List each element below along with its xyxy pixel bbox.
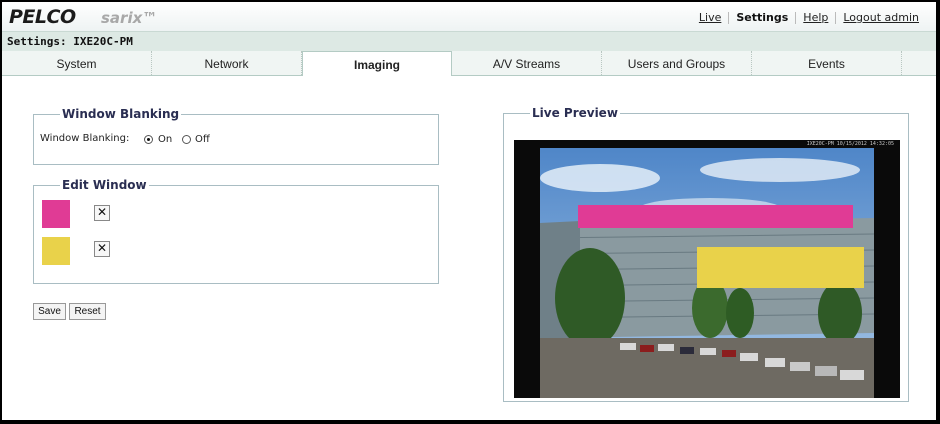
tab-av-streams[interactable]: A/V Streams <box>452 51 602 75</box>
tab-users-and-groups[interactable]: Users and Groups <box>602 51 752 75</box>
edit-window-legend: Edit Window <box>62 178 147 192</box>
device-settings-title: Settings: IXE20C-PM <box>7 35 133 48</box>
nav-help-link[interactable]: Help <box>796 11 835 24</box>
tab-imaging[interactable]: Imaging <box>302 51 452 76</box>
delete-window-button[interactable]: ✕ <box>94 205 110 221</box>
window-blanking-legend: Window Blanking <box>62 107 180 121</box>
blanking-window-pink <box>578 205 853 228</box>
window-blanking-label: Window Blanking: <box>40 133 130 144</box>
video-osd-text: IXE20C-PM 10/15/2012 14:32:05 <box>806 141 894 147</box>
product-name: sarix™ <box>101 9 158 27</box>
radio-off-label[interactable]: Off <box>195 134 210 145</box>
tab-system[interactable]: System <box>2 51 152 75</box>
radio-on-label[interactable]: On <box>158 134 172 145</box>
live-preview-legend: Live Preview <box>532 106 618 120</box>
tab-network[interactable]: Network <box>152 51 302 75</box>
settings-bar: Settings: IXE20C-PM <box>2 31 936 51</box>
nav-settings-link[interactable]: Settings <box>729 11 795 24</box>
blanking-window-yellow <box>697 247 864 288</box>
top-nav: Live Settings Help Logout admin <box>692 11 926 24</box>
pelco-logo: PELCO <box>9 6 76 28</box>
window-color-swatch-pink[interactable] <box>42 200 70 228</box>
reset-button[interactable]: Reset <box>69 303 106 320</box>
delete-window-button[interactable]: ✕ <box>94 241 110 257</box>
nav-live-link[interactable]: Live <box>692 11 728 24</box>
camera-scene-image <box>540 148 874 398</box>
save-button[interactable]: Save <box>33 303 66 320</box>
nav-logout-link[interactable]: Logout admin <box>836 11 926 24</box>
tab-events[interactable]: Events <box>752 51 902 75</box>
tab-filler <box>902 51 936 75</box>
edit-window-panel: Edit Window <box>33 178 439 284</box>
live-video-feed[interactable]: IXE20C-PM 10/15/2012 14:32:05 <box>514 140 900 398</box>
radio-on[interactable] <box>144 135 153 144</box>
radio-off[interactable] <box>182 135 191 144</box>
header: PELCO sarix™ Live Settings Help Logout a… <box>2 2 936 31</box>
window-color-swatch-yellow[interactable] <box>42 237 70 265</box>
tab-bar: System Network Imaging A/V Streams Users… <box>2 51 936 76</box>
app-window: PELCO sarix™ Live Settings Help Logout a… <box>2 2 936 420</box>
